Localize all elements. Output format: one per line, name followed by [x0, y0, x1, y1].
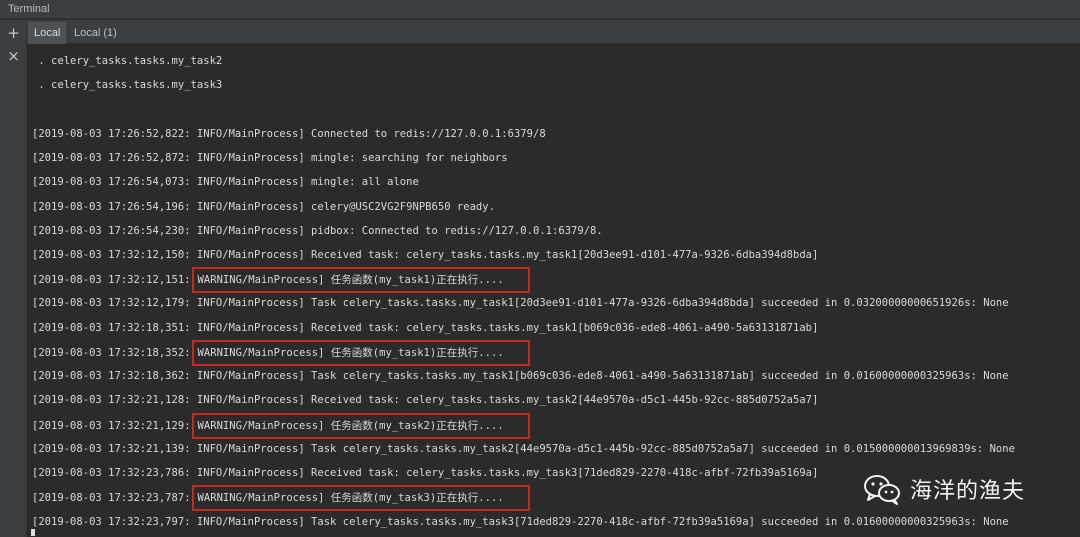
log-line: [2019-08-03 17:26:52,822: INFO/MainProce… — [32, 128, 546, 140]
log-line: [2019-08-03 17:26:52,872: INFO/MainProce… — [32, 152, 508, 164]
log-timestamp: [2019-08-03 17:32:21,129: — [32, 420, 191, 432]
tab-local-1[interactable]: Local (1) — [68, 22, 123, 44]
highlighted-warning: WARNING/MainProcess] 任务函数(my_task2)正在执行.… — [191, 413, 530, 439]
log-line: [2019-08-03 17:32:23,797: INFO/MainProce… — [32, 516, 1009, 528]
add-icon[interactable]: + — [0, 22, 27, 44]
log-line: [2019-08-03 17:26:54,196: INFO/MainProce… — [32, 201, 495, 213]
highlighted-warning: WARNING/MainProcess] 任务函数(my_task3)正在执行.… — [191, 485, 530, 511]
text-cursor — [31, 529, 35, 536]
terminal-output[interactable]: . celery_tasks.tasks.my_task2 . celery_t… — [27, 44, 1080, 537]
close-icon[interactable]: × — [0, 45, 27, 67]
highlighted-warning: WARNING/MainProcess] 任务函数(my_task1)正在执行.… — [191, 267, 530, 293]
log-line: [2019-08-03 17:26:54,230: INFO/MainProce… — [32, 225, 603, 237]
highlighted-warning: WARNING/MainProcess] 任务函数(my_task1)正在执行.… — [191, 340, 530, 366]
log-line: [2019-08-03 17:26:54,073: INFO/MainProce… — [32, 176, 419, 188]
watermark-text: 海洋的渔夫 — [910, 479, 1026, 504]
warning-log-line: [2019-08-03 17:32:21,129: WARNING/MainPro… — [32, 413, 530, 439]
log-line: . celery_tasks.tasks.my_task3 — [32, 79, 223, 91]
warning-log-line: [2019-08-03 17:32:23,787: WARNING/MainPro… — [32, 485, 530, 511]
tab-local[interactable]: Local — [28, 22, 67, 44]
log-timestamp: [2019-08-03 17:32:12,151: — [32, 274, 191, 286]
terminal-tabs: Local Local (1) — [27, 20, 1080, 44]
log-line: . celery_tasks.tasks.my_task2 — [32, 55, 223, 67]
window-title: Terminal — [8, 3, 50, 15]
terminal-toolbar: + × — [0, 20, 27, 537]
log-line: [2019-08-03 17:32:18,351: INFO/MainProce… — [32, 322, 819, 334]
warning-log-line: [2019-08-03 17:32:12,151: WARNING/MainPro… — [32, 267, 530, 293]
log-line: [2019-08-03 17:32:18,362: INFO/MainProce… — [32, 370, 1009, 382]
log-line: [2019-08-03 17:32:12,150: INFO/MainProce… — [32, 249, 819, 261]
log-timestamp: [2019-08-03 17:32:23,787: — [32, 492, 191, 504]
watermark: 海洋的渔夫 — [862, 472, 1026, 506]
wechat-icon — [864, 475, 900, 505]
terminal-title-bar: Terminal — [0, 0, 1080, 19]
log-line: [2019-08-03 17:32:12,179: INFO/MainProce… — [32, 297, 1009, 309]
warning-log-line: [2019-08-03 17:32:18,352: WARNING/MainPro… — [32, 340, 530, 366]
log-line: [2019-08-03 17:32:21,128: INFO/MainProce… — [32, 394, 819, 406]
log-timestamp: [2019-08-03 17:32:18,352: — [32, 347, 191, 359]
log-line: [2019-08-03 17:32:21,139: INFO/MainProce… — [32, 443, 1015, 455]
log-line: [2019-08-03 17:32:23,786: INFO/MainProce… — [32, 467, 819, 479]
